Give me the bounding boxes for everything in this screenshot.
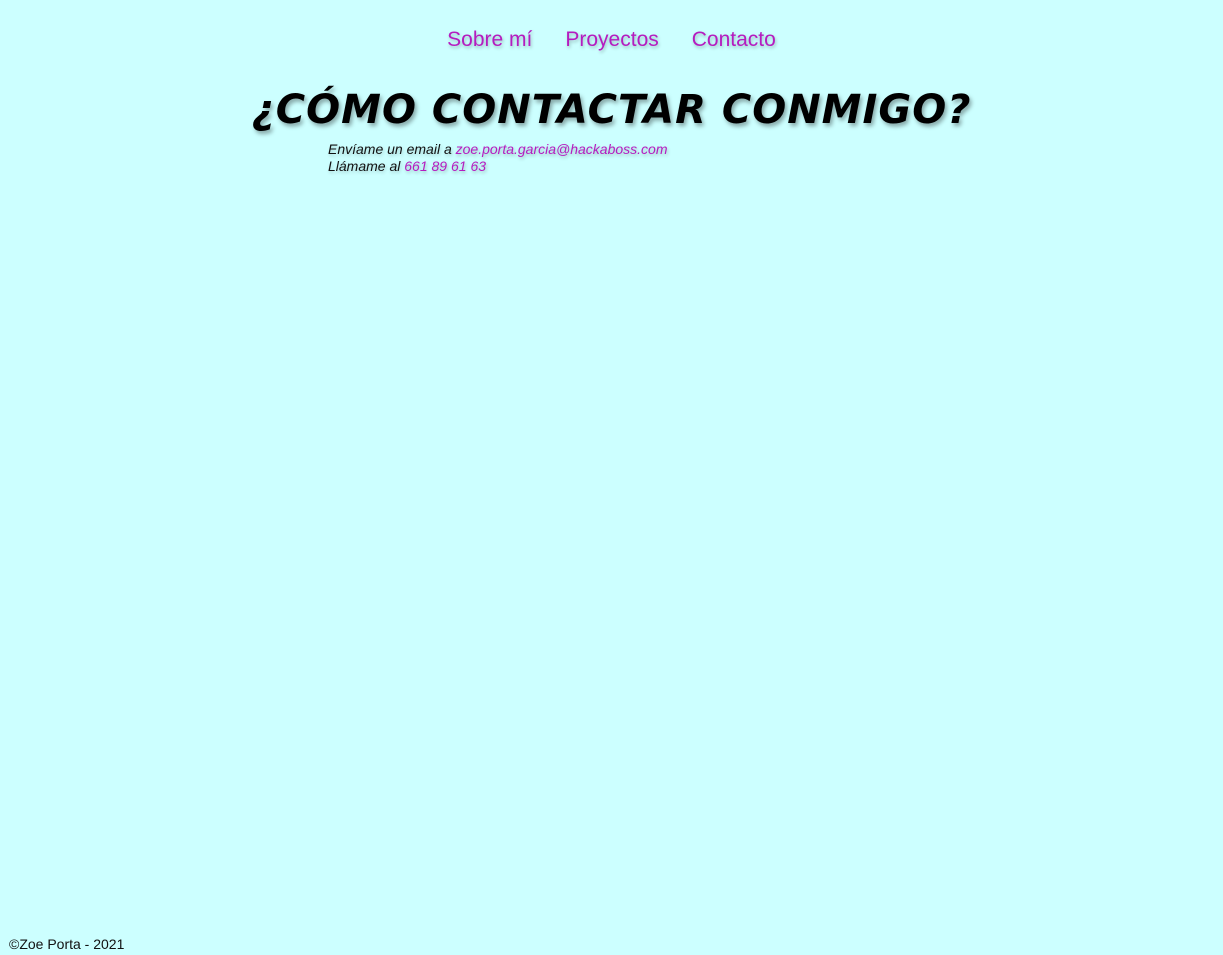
contact-info: Envíame un email a zoe.porta.garcia@hack… bbox=[328, 141, 668, 175]
nav-link-contacto[interactable]: Contacto bbox=[692, 26, 776, 54]
phone-line: Llámame al 661 89 61 63 bbox=[328, 158, 668, 175]
nav-link-proyectos[interactable]: Proyectos bbox=[565, 26, 658, 54]
email-prefix: Envíame un email a bbox=[328, 141, 452, 157]
page-title: ¿Cómo contactar conmigo? bbox=[251, 87, 972, 133]
phone-link[interactable]: 661 89 61 63 bbox=[404, 158, 486, 174]
phone-prefix: Llámame al bbox=[328, 158, 401, 174]
email-line: Envíame un email a zoe.porta.garcia@hack… bbox=[328, 141, 668, 158]
nav-link-sobre-mi[interactable]: Sobre mí bbox=[447, 26, 532, 54]
email-link[interactable]: zoe.porta.garcia@hackaboss.com bbox=[456, 141, 668, 157]
footer-copyright: ©Zoe Porta - 2021 bbox=[9, 936, 125, 952]
top-navigation: Sobre mí Proyectos Contacto bbox=[0, 26, 1223, 54]
